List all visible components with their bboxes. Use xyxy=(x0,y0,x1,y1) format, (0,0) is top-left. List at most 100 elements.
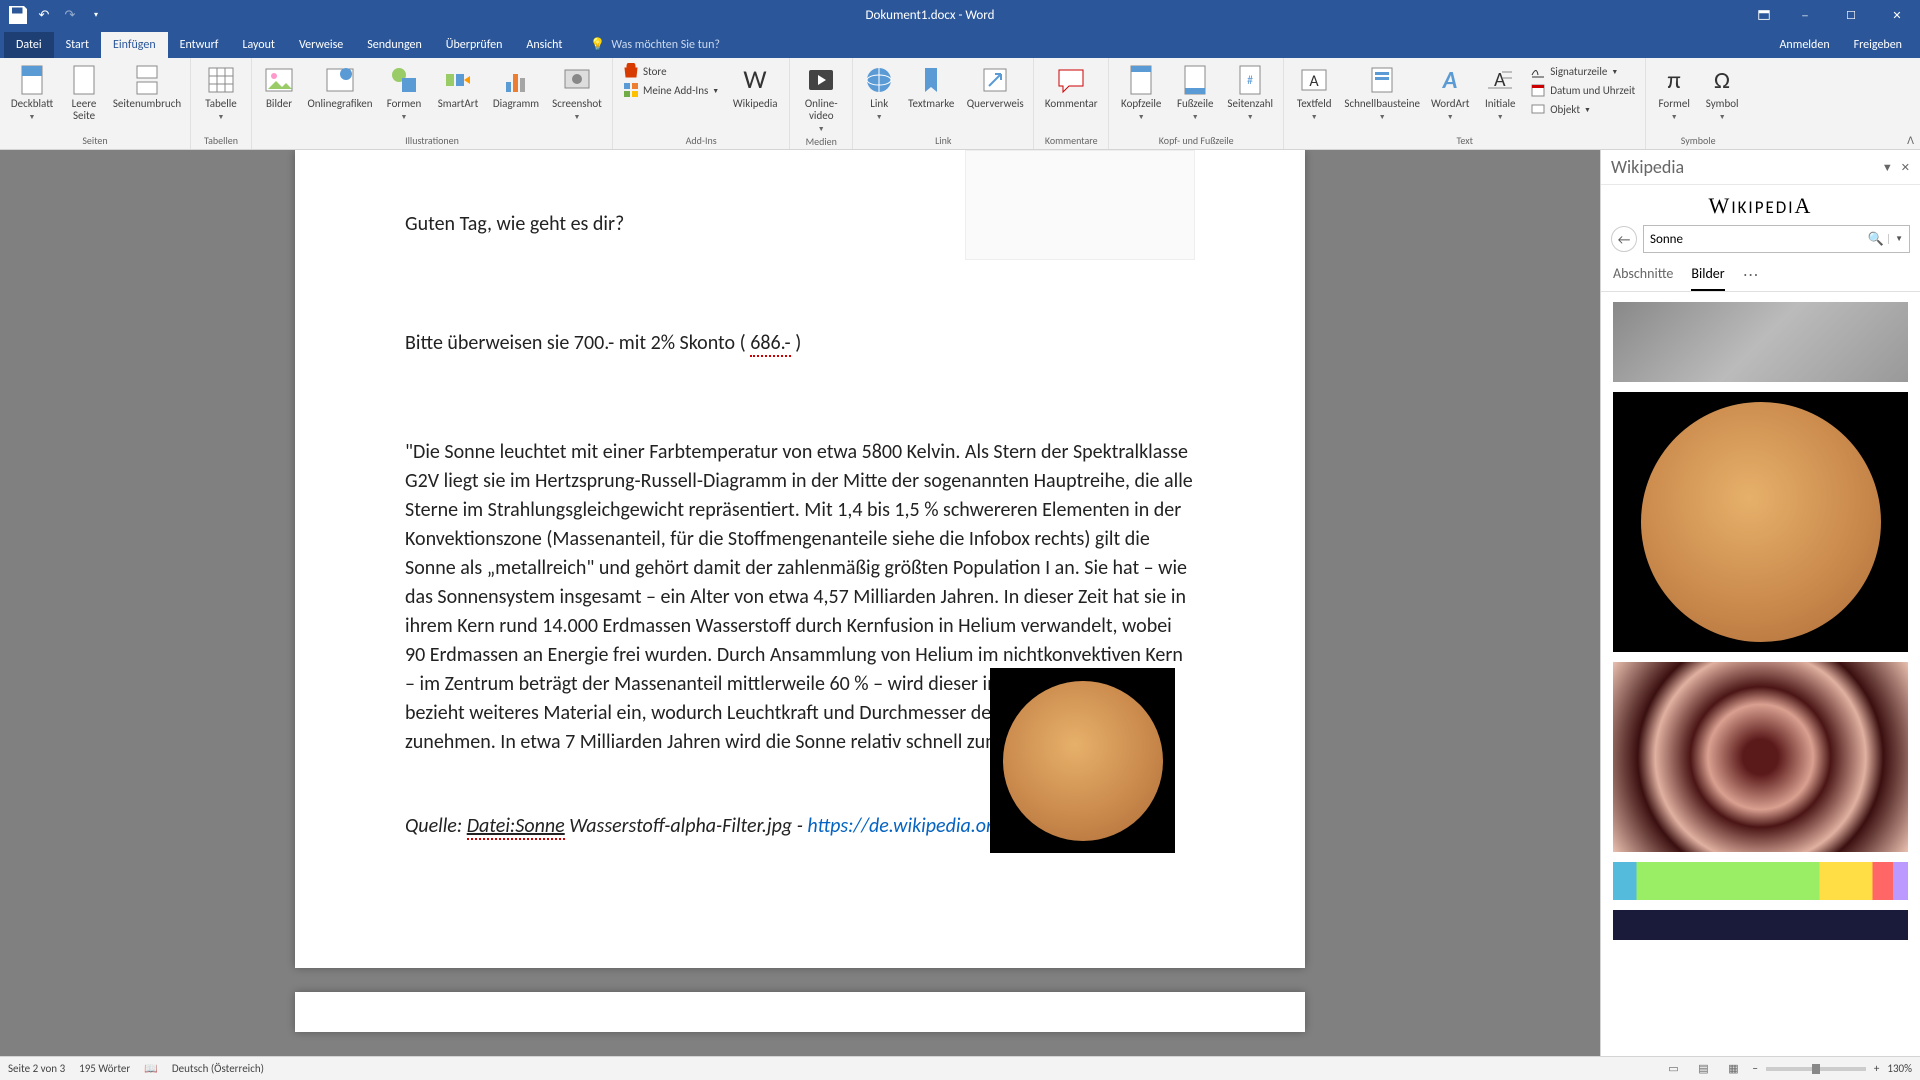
embedded-screenshot-thumb[interactable] xyxy=(965,150,1195,260)
onlinevideo-button[interactable]: Online-video▼ xyxy=(796,60,846,133)
anmelden-link[interactable]: Anmelden xyxy=(1769,32,1839,58)
zoom-slider[interactable] xyxy=(1766,1067,1866,1071)
tab-ansicht[interactable]: Ansicht xyxy=(514,32,574,58)
querverweis-button[interactable]: Querverweis xyxy=(963,60,1027,110)
title-bar: ↶ ↷ ▾ Dokument1.docx - Word ─ ☐ ✕ xyxy=(0,0,1920,30)
wiki-search-box[interactable]: 🔍 ▼ xyxy=(1643,225,1910,253)
header-icon xyxy=(1125,64,1157,96)
zoom-in-icon[interactable]: + xyxy=(1874,1062,1879,1075)
wiki-pane-options-icon[interactable]: ▼ xyxy=(1882,161,1893,174)
tab-einfuegen[interactable]: Einfügen xyxy=(101,32,168,58)
kommentar-button[interactable]: Kommentar xyxy=(1040,60,1102,110)
collapse-ribbon-icon[interactable]: ᐱ xyxy=(1907,134,1914,147)
wiki-image-4[interactable] xyxy=(1613,862,1908,900)
ribbon-group-symbole: πFormel▼ ΩSymbol▼ Symbole xyxy=(1646,58,1750,149)
page: Guten Tag, wie geht es dir? Bitte überwe… xyxy=(295,150,1305,968)
datum-button[interactable]: Datum und Uhrzeit xyxy=(1526,81,1639,99)
link-icon xyxy=(863,64,895,96)
inserted-sun-image[interactable] xyxy=(990,668,1175,853)
zoom-level[interactable]: 130% xyxy=(1887,1062,1912,1075)
tab-layout[interactable]: Layout xyxy=(230,32,287,58)
close-icon[interactable]: ✕ xyxy=(1874,0,1920,30)
tab-verweise[interactable]: Verweise xyxy=(287,32,355,58)
redo-icon[interactable]: ↷ xyxy=(58,3,82,27)
schnellbausteine-button[interactable]: Schnellbausteine▼ xyxy=(1342,60,1422,121)
link-button[interactable]: Link▼ xyxy=(859,60,899,121)
source-link[interactable]: https://de.wikipedia.org xyxy=(807,814,1003,838)
dropcap-icon: A xyxy=(1484,64,1516,96)
onlinegrafiken-button[interactable]: Onlinegrafiken xyxy=(304,60,376,110)
tab-entwurf[interactable]: Entwurf xyxy=(168,32,231,58)
maximize-icon[interactable]: ☐ xyxy=(1828,0,1874,30)
symbol-button[interactable]: ΩSymbol▼ xyxy=(1700,60,1744,121)
minimize-icon[interactable]: ─ xyxy=(1782,0,1828,30)
wordart-icon: A xyxy=(1434,64,1466,96)
formen-button[interactable]: Formen▼ xyxy=(380,60,428,121)
status-language[interactable]: Deutsch (Österreich) xyxy=(172,1062,264,1075)
status-bar: Seite 2 von 3 195 Wörter 📖 Deutsch (Öste… xyxy=(0,1056,1920,1080)
fusszeile-button[interactable]: Fußzeile▼ xyxy=(1171,60,1219,121)
initiale-button[interactable]: AInitiale▼ xyxy=(1478,60,1522,121)
svg-text:#: # xyxy=(1247,74,1253,88)
wiki-tab-more-icon[interactable]: ⋯ xyxy=(1743,265,1761,291)
tab-datei[interactable]: Datei xyxy=(4,32,54,58)
smartart-icon xyxy=(442,64,474,96)
window-title: Dokument1.docx - Word xyxy=(114,8,1746,23)
save-icon[interactable] xyxy=(6,3,30,27)
textmarke-button[interactable]: Textmarke xyxy=(903,60,959,110)
objekt-button[interactable]: Objekt ▼ xyxy=(1526,100,1639,118)
store-button[interactable]: Store xyxy=(619,62,723,80)
wordart-button[interactable]: AWordArt▼ xyxy=(1426,60,1474,121)
wiki-image-3[interactable] xyxy=(1613,662,1908,852)
video-icon xyxy=(805,64,837,96)
pictures-icon xyxy=(263,64,295,96)
tab-ueberpruefen[interactable]: Überprüfen xyxy=(434,32,515,58)
textfeld-button[interactable]: ATextfeld▼ xyxy=(1290,60,1338,121)
bookmark-icon xyxy=(915,64,947,96)
wiki-back-button[interactable]: ← xyxy=(1611,226,1637,252)
view-web-icon[interactable]: ▦ xyxy=(1722,1060,1744,1078)
bilder-button[interactable]: Bilder xyxy=(258,60,300,110)
seitenzahl-button[interactable]: #Seitenzahl▼ xyxy=(1223,60,1277,121)
diagramm-button[interactable]: Diagramm xyxy=(488,60,544,110)
wiki-image-5[interactable] xyxy=(1613,910,1908,940)
wiki-tab-abschnitte[interactable]: Abschnitte xyxy=(1613,265,1673,291)
wiki-pane-close-icon[interactable]: ✕ xyxy=(1901,161,1910,174)
tab-sendungen[interactable]: Sendungen xyxy=(355,32,434,58)
addins-icon xyxy=(623,82,639,98)
qat-customize-icon[interactable]: ▾ xyxy=(84,3,108,27)
freigeben-button[interactable]: Freigeben xyxy=(1844,32,1912,58)
status-page[interactable]: Seite 2 von 3 xyxy=(8,1062,65,1075)
screenshot-button[interactable]: Screenshot▼ xyxy=(548,60,606,121)
kopfzeile-button[interactable]: Kopfzeile▼ xyxy=(1115,60,1167,121)
seitenumbruch-button[interactable]: Seitenumbruch xyxy=(110,60,184,110)
wiki-search-input[interactable] xyxy=(1650,232,1864,247)
ribbon-group-tabellen: Tabelle▼ Tabellen xyxy=(191,58,252,149)
document-canvas[interactable]: Guten Tag, wie geht es dir? Bitte überwe… xyxy=(0,150,1600,1056)
wiki-image-1[interactable] xyxy=(1613,302,1908,382)
ribbon-display-options-icon[interactable] xyxy=(1746,0,1782,30)
meine-addins-button[interactable]: Meine Add-Ins ▼ xyxy=(619,81,723,99)
view-read-icon[interactable]: ▭ xyxy=(1662,1060,1684,1078)
formel-button[interactable]: πFormel▼ xyxy=(1652,60,1696,121)
search-dropdown-icon[interactable]: ▼ xyxy=(1888,234,1903,244)
wikipedia-button[interactable]: WWikipedia xyxy=(727,60,783,110)
search-icon[interactable]: 🔍 xyxy=(1864,232,1888,247)
tab-start[interactable]: Start xyxy=(54,32,101,58)
view-print-icon[interactable]: ▤ xyxy=(1692,1060,1714,1078)
proofing-icon[interactable]: 📖 xyxy=(144,1062,158,1075)
tell-me-search[interactable]: 💡 Was möchten Sie tun? xyxy=(590,37,720,58)
signaturzeile-button[interactable]: Signaturzeile ▼ xyxy=(1526,62,1639,80)
ribbon-group-addins: Store Meine Add-Ins ▼ WWikipedia Add-Ins xyxy=(613,58,790,149)
wiki-images-list[interactable] xyxy=(1601,292,1920,1056)
undo-icon[interactable]: ↶ xyxy=(32,3,56,27)
leere-seite-button[interactable]: Leere Seite xyxy=(62,60,106,122)
status-wordcount[interactable]: 195 Wörter xyxy=(79,1062,130,1075)
zoom-out-icon[interactable]: − xyxy=(1752,1062,1757,1075)
smartart-button[interactable]: SmartArt xyxy=(432,60,484,110)
tabelle-button[interactable]: Tabelle▼ xyxy=(197,60,245,121)
paragraph-invoice[interactable]: Bitte überweisen sie 700.- mit 2% Skonto… xyxy=(405,329,1195,358)
wiki-image-2[interactable] xyxy=(1613,392,1908,652)
deckblatt-button[interactable]: Deckblatt▼ xyxy=(6,60,58,121)
wiki-tab-bilder[interactable]: Bilder xyxy=(1691,265,1724,291)
